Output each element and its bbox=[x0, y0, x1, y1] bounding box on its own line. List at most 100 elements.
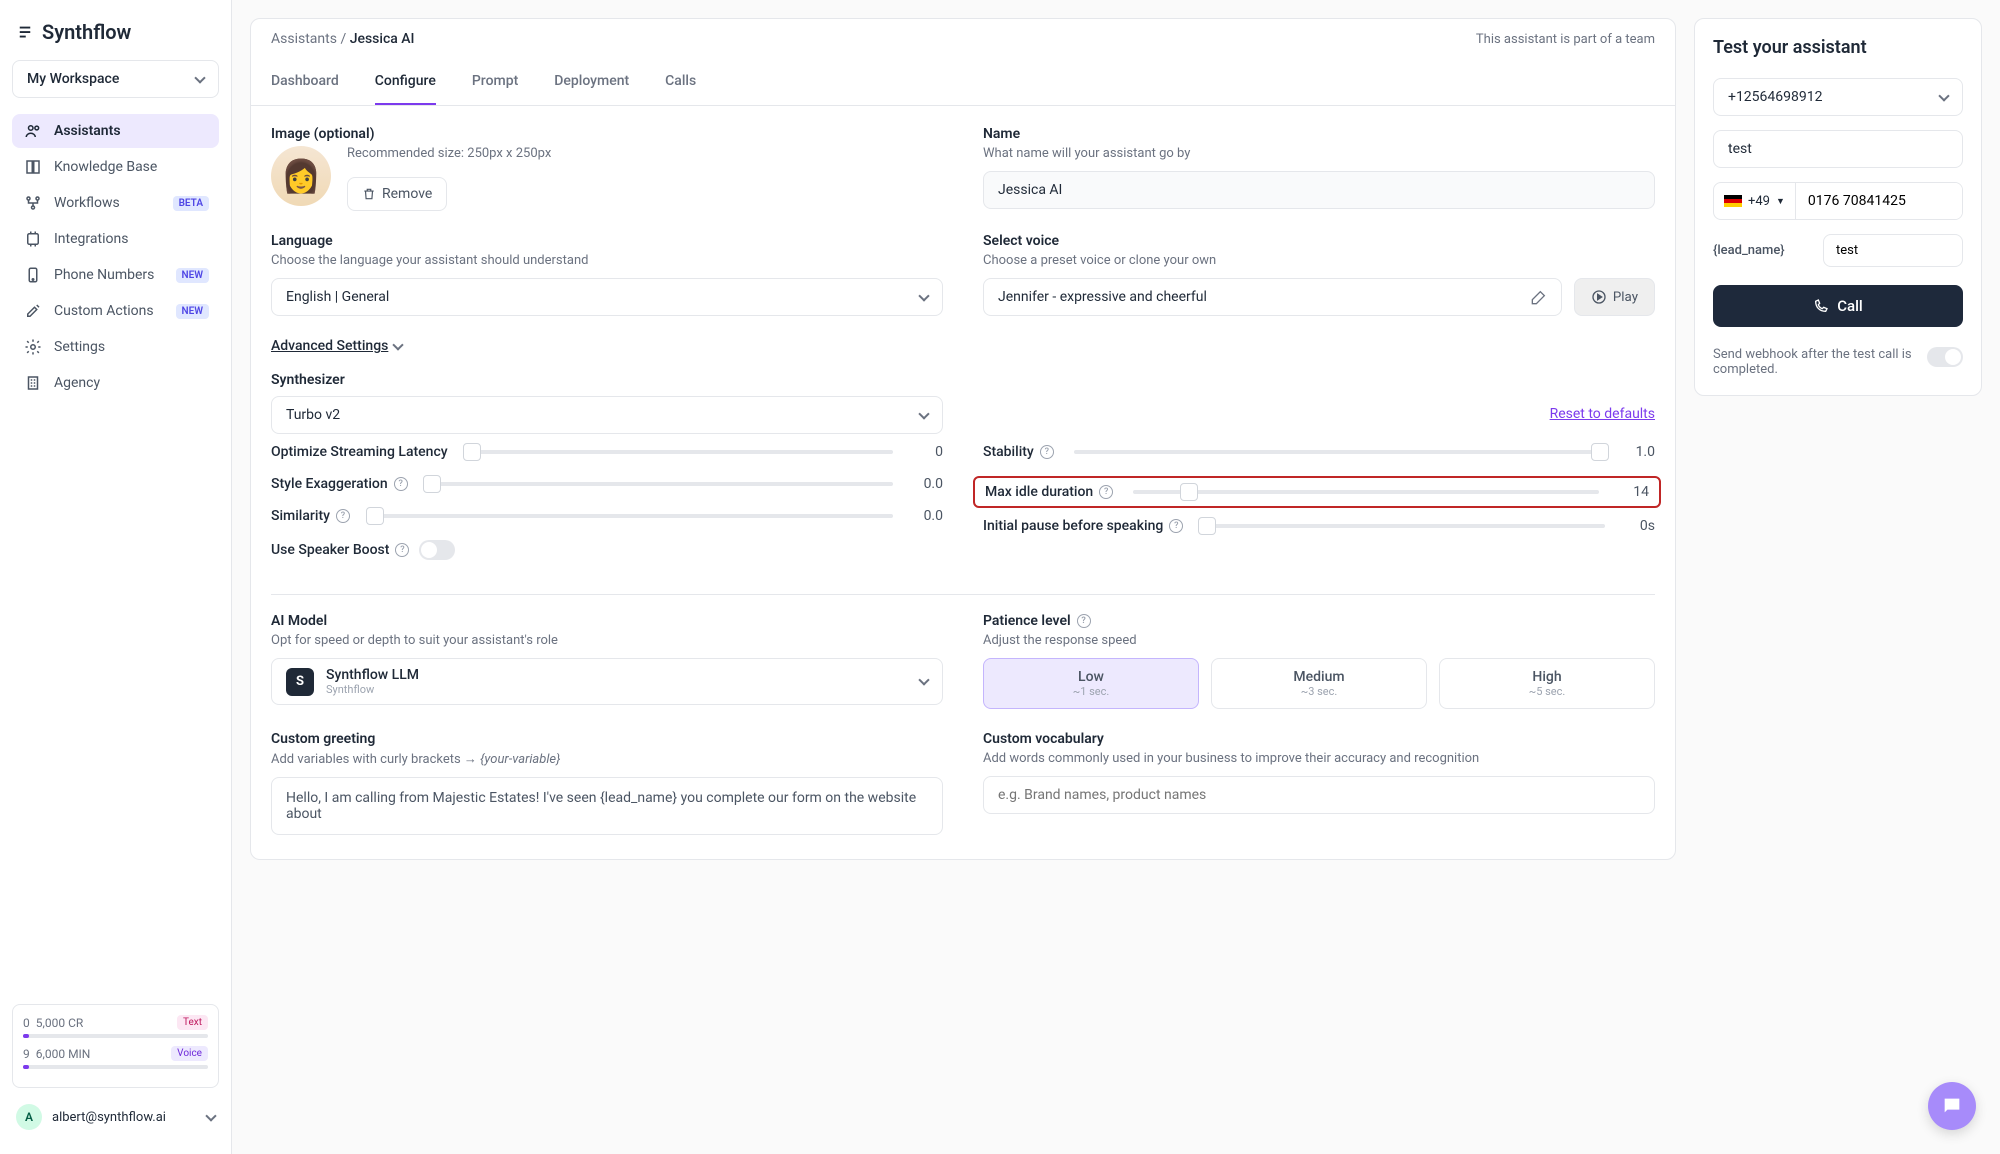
badge-new: NEW bbox=[176, 304, 210, 319]
language-label: Language bbox=[271, 233, 943, 249]
remove-label: Remove bbox=[382, 186, 432, 202]
synthesizer-select[interactable]: Turbo v2 bbox=[271, 396, 943, 434]
slider-value: 0s bbox=[1625, 518, 1655, 534]
name-hint: What name will your assistant go by bbox=[983, 146, 1655, 161]
slider-value: 0 bbox=[913, 444, 943, 460]
slider-track[interactable] bbox=[1133, 490, 1599, 494]
sidebar-item-custom-actions[interactable]: Custom Actions NEW bbox=[12, 294, 219, 328]
speaker-boost-toggle[interactable] bbox=[419, 540, 455, 560]
usage-voice-bar bbox=[23, 1065, 208, 1069]
tab-deployment[interactable]: Deployment bbox=[554, 59, 629, 105]
call-button[interactable]: Call bbox=[1713, 285, 1963, 327]
sidebar-item-label: Knowledge Base bbox=[54, 159, 157, 175]
slider-label: Style Exaggeration bbox=[271, 476, 388, 492]
cc-label: +49 bbox=[1748, 194, 1770, 209]
play-label: Play bbox=[1613, 290, 1638, 305]
patience-sub: ~3 sec. bbox=[1222, 685, 1416, 698]
help-icon[interactable]: ? bbox=[336, 509, 350, 523]
speaker-boost-row: Use Speaker Boost? bbox=[271, 540, 943, 560]
user-menu[interactable]: A albert@synthflow.ai bbox=[12, 1096, 219, 1138]
tools-icon bbox=[24, 302, 42, 320]
help-icon[interactable]: ? bbox=[1040, 445, 1054, 459]
tab-calls[interactable]: Calls bbox=[665, 59, 696, 105]
breadcrumb-root[interactable]: Assistants bbox=[271, 31, 337, 47]
language-hint: Choose the language your assistant shoul… bbox=[271, 253, 943, 268]
breadcrumb-current: Jessica AI bbox=[350, 31, 415, 47]
logo-icon bbox=[16, 23, 34, 41]
sidebar-item-phone-numbers[interactable]: Phone Numbers NEW bbox=[12, 258, 219, 292]
greeting-textarea[interactable]: Hello, I am calling from Majestic Estate… bbox=[271, 777, 943, 835]
model-name: Synthflow LLM bbox=[326, 667, 908, 683]
plug-icon bbox=[24, 230, 42, 248]
call-label: Call bbox=[1837, 297, 1863, 315]
remove-image-button[interactable]: Remove bbox=[347, 177, 447, 211]
reset-defaults-link[interactable]: Reset to defaults bbox=[1550, 406, 1655, 422]
gear-icon bbox=[24, 338, 42, 356]
name-input[interactable] bbox=[983, 171, 1655, 209]
sidebar-item-integrations[interactable]: Integrations bbox=[12, 222, 219, 256]
patience-label: Patience level bbox=[983, 613, 1071, 629]
chat-fab[interactable] bbox=[1928, 1082, 1976, 1130]
adv-settings-label: Advanced Settings bbox=[271, 338, 388, 354]
help-icon[interactable]: ? bbox=[1099, 485, 1113, 499]
advanced-settings-toggle[interactable]: Advanced Settings bbox=[271, 338, 402, 354]
badge-beta: BETA bbox=[173, 196, 209, 211]
play-icon bbox=[1591, 289, 1607, 305]
slider-track[interactable] bbox=[370, 514, 893, 518]
slider-thumb[interactable] bbox=[1591, 443, 1609, 461]
slider-initial-pause: Initial pause before speaking? 0s bbox=[983, 518, 1655, 534]
tab-configure[interactable]: Configure bbox=[375, 59, 436, 105]
from-number-select[interactable]: +12564698912 bbox=[1713, 78, 1963, 116]
user-avatar: A bbox=[16, 1104, 42, 1130]
patience-medium[interactable]: Medium ~3 sec. bbox=[1211, 658, 1427, 709]
phone-input[interactable] bbox=[1796, 183, 1963, 219]
help-icon[interactable]: ? bbox=[1169, 519, 1183, 533]
patience-name: High bbox=[1450, 669, 1644, 685]
voice-select[interactable]: Jennifer - expressive and cheerful bbox=[983, 278, 1562, 316]
slider-thumb[interactable] bbox=[1198, 517, 1216, 535]
assistant-avatar[interactable]: 👩 bbox=[271, 146, 331, 206]
voice-hint: Choose a preset voice or clone your own bbox=[983, 253, 1655, 268]
vocab-input[interactable] bbox=[983, 776, 1655, 814]
test-name-input[interactable] bbox=[1713, 130, 1963, 168]
user-email: albert@synthflow.ai bbox=[52, 1110, 166, 1125]
help-icon[interactable]: ? bbox=[394, 477, 408, 491]
slider-stability: Stability? 1.0 bbox=[983, 444, 1655, 460]
help-icon[interactable]: ? bbox=[395, 543, 409, 557]
usage-text-count: 0 bbox=[23, 1016, 30, 1030]
users-icon bbox=[24, 122, 42, 140]
slider-value: 0.0 bbox=[913, 508, 943, 524]
play-voice-button[interactable]: Play bbox=[1574, 278, 1655, 316]
patience-high[interactable]: High ~5 sec. bbox=[1439, 658, 1655, 709]
language-select[interactable]: English | General bbox=[271, 278, 943, 316]
trash-icon bbox=[362, 187, 376, 201]
sidebar-item-workflows[interactable]: Workflows BETA bbox=[12, 186, 219, 220]
patience-sub: ~1 sec. bbox=[994, 685, 1188, 698]
ai-model-select[interactable]: S Synthflow LLM Synthflow bbox=[271, 658, 943, 705]
edit-icon[interactable] bbox=[1531, 289, 1547, 305]
slider-track[interactable] bbox=[1074, 450, 1605, 454]
ai-model-hint: Opt for speed or depth to suit your assi… bbox=[271, 633, 943, 648]
slider-thumb[interactable] bbox=[1180, 483, 1198, 501]
patience-low[interactable]: Low ~1 sec. bbox=[983, 658, 1199, 709]
sidebar-item-assistants[interactable]: Assistants bbox=[12, 114, 219, 148]
sidebar-item-settings[interactable]: Settings bbox=[12, 330, 219, 364]
workspace-selector[interactable]: My Workspace bbox=[12, 60, 219, 98]
sidebar-item-label: Settings bbox=[54, 339, 105, 355]
slider-thumb[interactable] bbox=[463, 443, 481, 461]
tab-prompt[interactable]: Prompt bbox=[472, 59, 518, 105]
workspace-label: My Workspace bbox=[27, 71, 119, 87]
slider-track[interactable] bbox=[428, 482, 893, 486]
help-icon[interactable]: ? bbox=[1077, 614, 1091, 628]
sidebar-item-knowledge-base[interactable]: Knowledge Base bbox=[12, 150, 219, 184]
country-code-select[interactable]: +49 ▼ bbox=[1714, 183, 1796, 219]
slider-track[interactable] bbox=[468, 450, 893, 454]
slider-track[interactable] bbox=[1203, 524, 1605, 528]
chevron-down-icon bbox=[1938, 90, 1949, 101]
test-var-input[interactable] bbox=[1823, 234, 1963, 267]
webhook-toggle[interactable] bbox=[1927, 347, 1963, 367]
sidebar-item-agency[interactable]: Agency bbox=[12, 366, 219, 400]
slider-thumb[interactable] bbox=[366, 507, 384, 525]
greeting-hint: Add variables with curly brackets → {you… bbox=[271, 751, 943, 767]
tab-dashboard[interactable]: Dashboard bbox=[271, 59, 339, 105]
